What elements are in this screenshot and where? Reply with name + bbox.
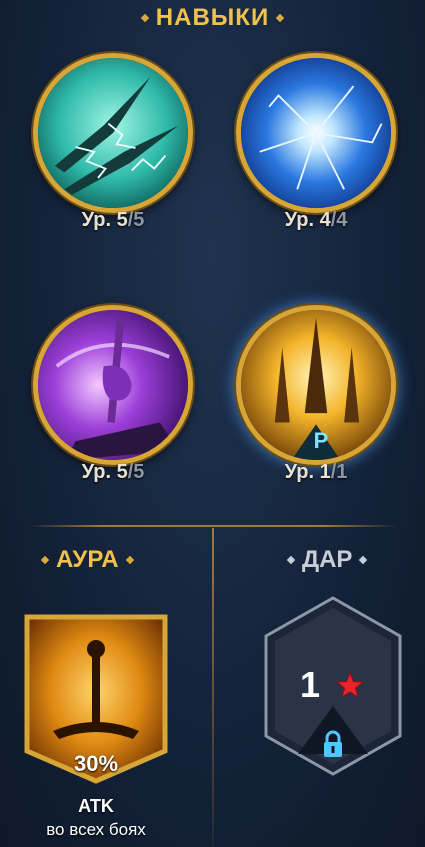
skill-purple-hand[interactable]	[33, 305, 193, 465]
skill-golden-spires[interactable]: P	[236, 305, 396, 465]
section-divider	[28, 525, 398, 527]
skill-level-label: Ур. 5/5	[33, 209, 193, 232]
purple-hand-icon	[38, 310, 188, 460]
diamond-ornament-icon	[275, 13, 285, 23]
skill-level-label: Ур. 5/5	[33, 461, 193, 484]
skill-energy-orb[interactable]	[236, 53, 396, 213]
aura-scope: во всех боях	[46, 820, 146, 839]
diamond-ornament-icon	[140, 13, 150, 23]
skill-lightning-spears[interactable]	[33, 53, 193, 213]
skill-level-label: Ур. 4/4	[236, 209, 396, 232]
gift-hexagon[interactable]: 1	[260, 594, 406, 778]
level-max: /4	[330, 209, 348, 231]
column-divider	[212, 528, 214, 847]
aura-card[interactable]: 30%	[23, 613, 169, 785]
level-current: Ур. 5	[81, 209, 128, 231]
aura-title: АУРА	[40, 546, 134, 574]
gift-stars-count: 1	[300, 664, 321, 705]
red-star-icon	[336, 672, 364, 698]
aura-title-text: АУРА	[56, 546, 119, 573]
diamond-ornament-icon	[286, 555, 296, 565]
level-max: /1	[330, 461, 348, 483]
aura-percent: 30%	[73, 751, 119, 776]
energy-orb-icon	[241, 58, 391, 208]
skill-level-label: Ур. 1/1	[236, 461, 396, 484]
level-current: Ур. 5	[81, 461, 128, 483]
lightning-spears-icon	[38, 58, 188, 208]
skills-section-title: НАВЫКИ	[0, 4, 425, 32]
diamond-ornament-icon	[40, 555, 50, 565]
diamond-ornament-icon	[359, 555, 368, 565]
lock-icon	[324, 730, 342, 757]
gift-title: ДАР	[286, 546, 368, 574]
gift-title-text: ДАР	[302, 546, 353, 573]
skills-title-text: НАВЫКИ	[155, 4, 270, 31]
level-max: /5	[127, 461, 145, 483]
passive-badge: P	[313, 428, 329, 453]
level-current: Ур. 1	[284, 461, 331, 483]
aura-stat: ATK	[78, 796, 114, 816]
level-max: /5	[127, 209, 145, 231]
diamond-ornament-icon	[125, 555, 134, 565]
level-current: Ур. 4	[284, 209, 331, 231]
